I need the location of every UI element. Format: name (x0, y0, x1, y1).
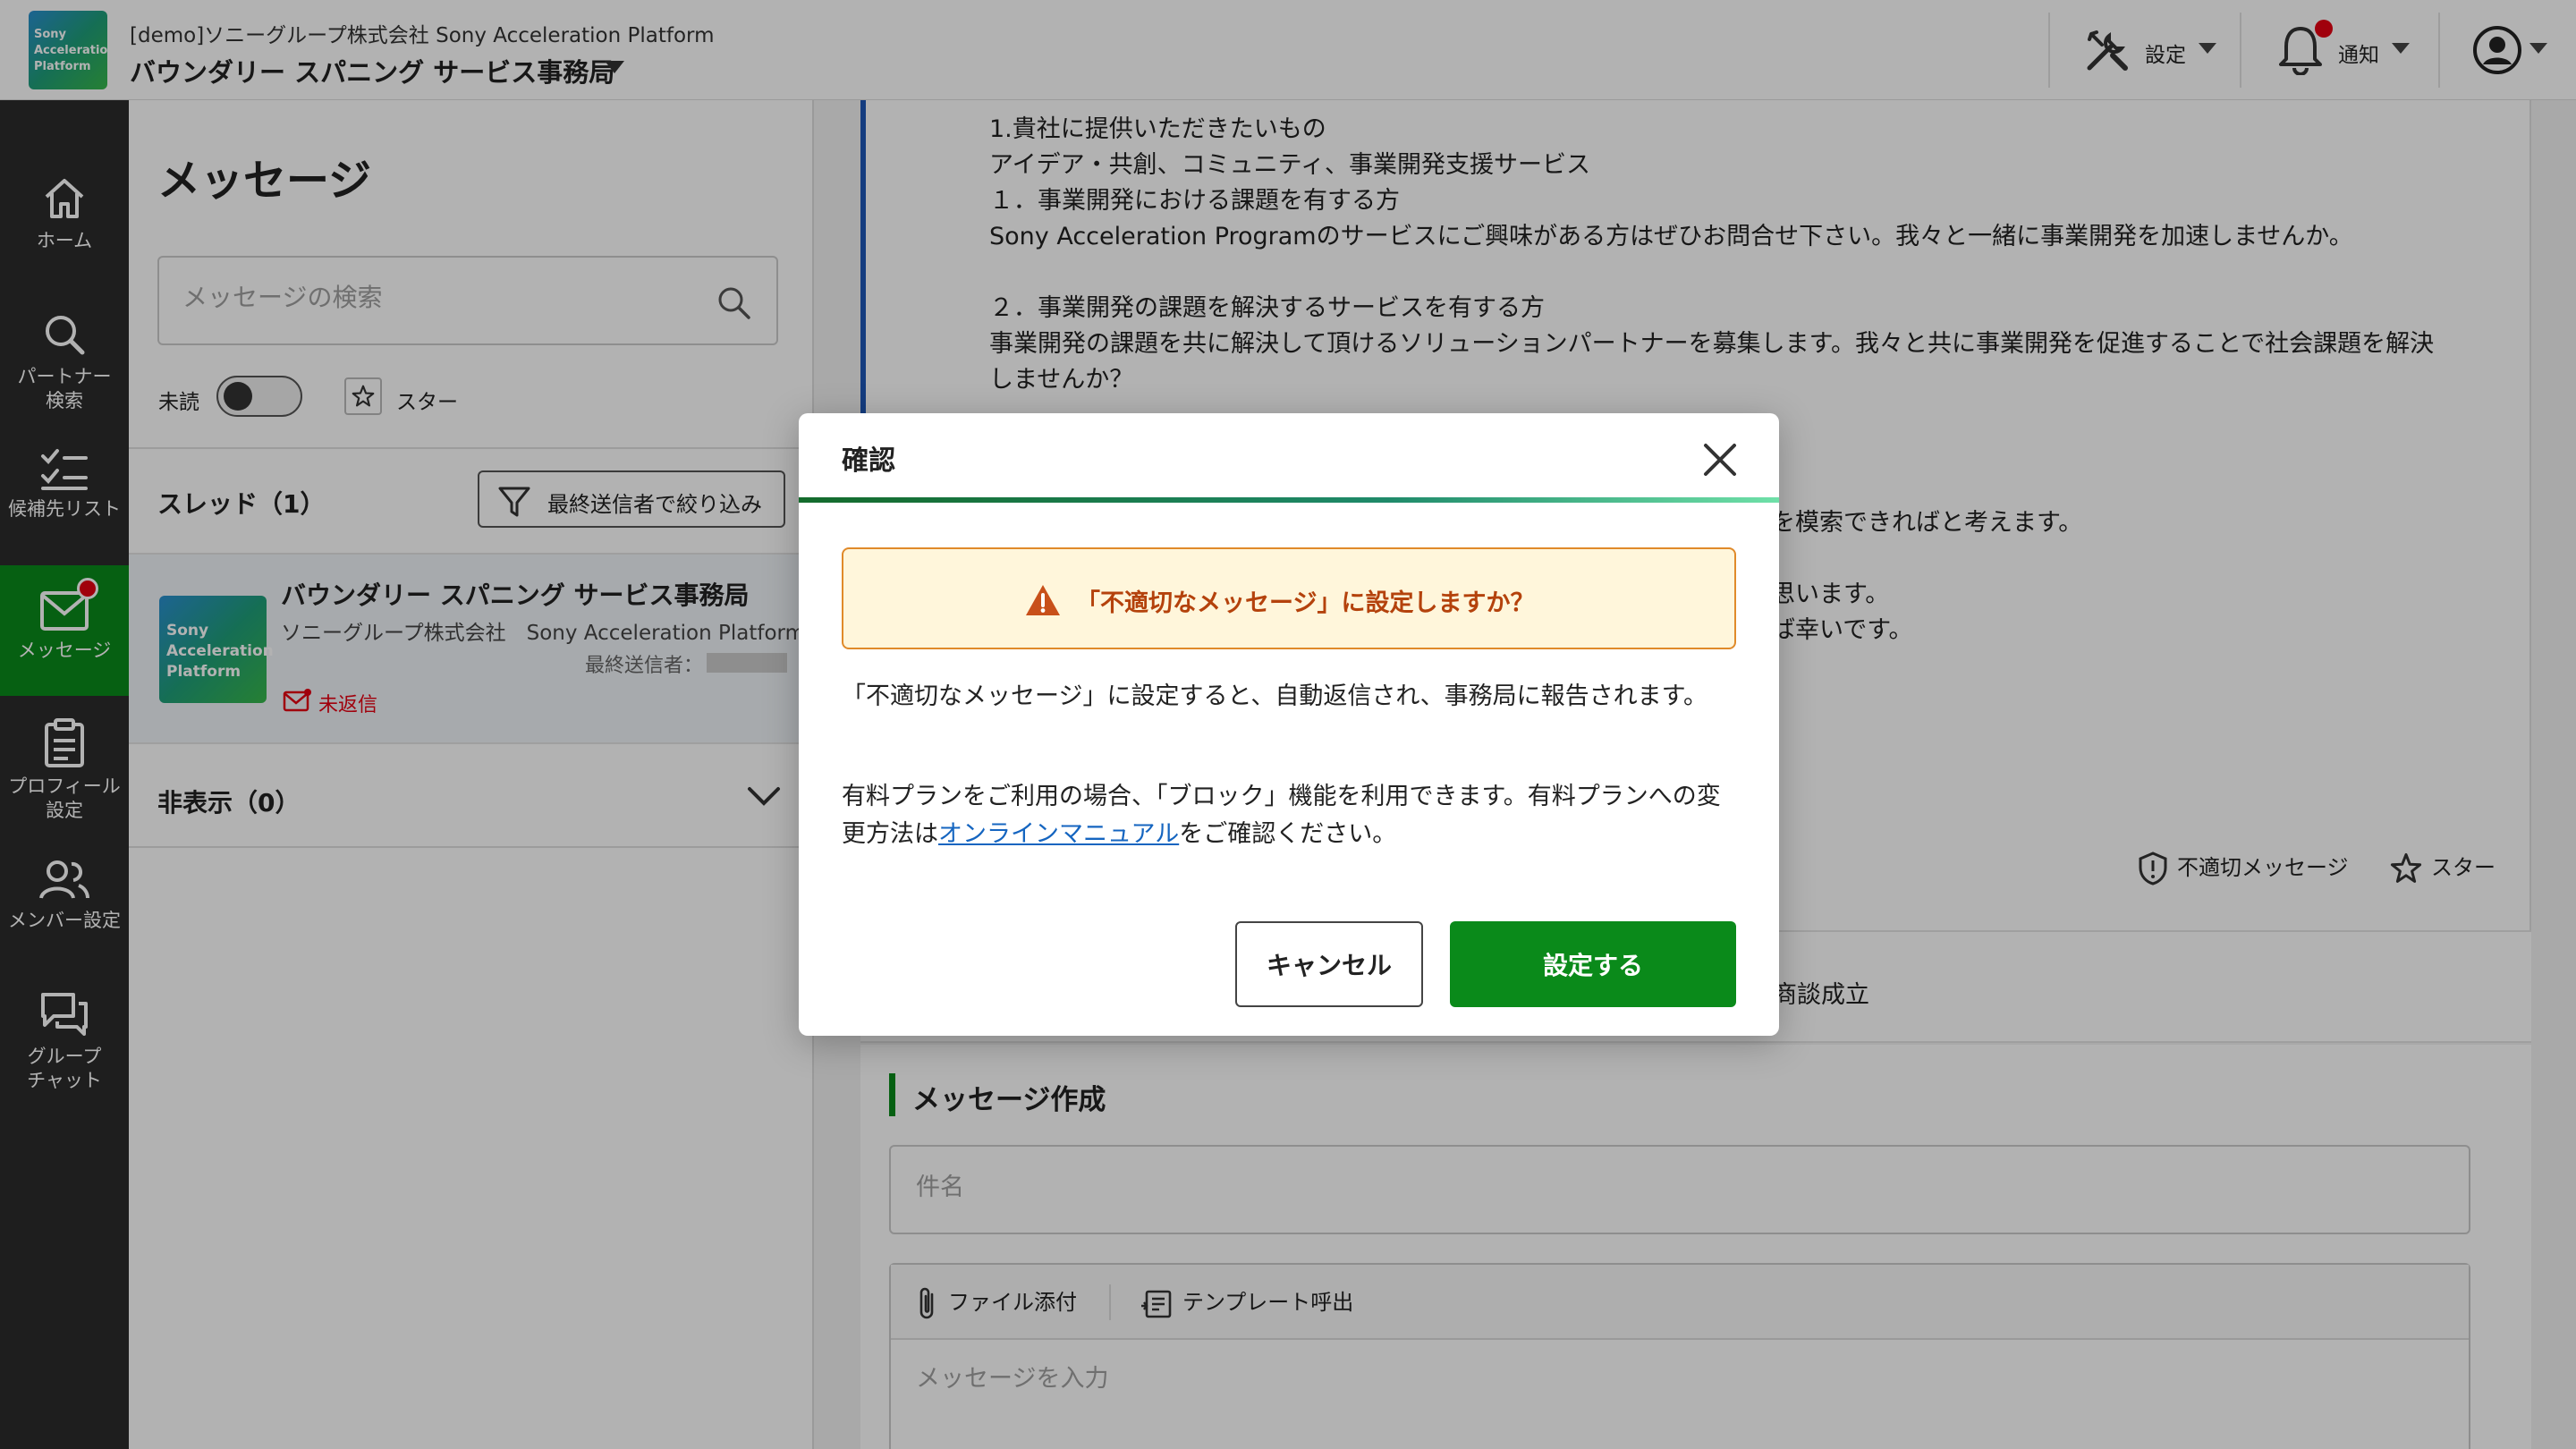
warning-text: 「不適切なメッセージ」に設定しますか？ (1076, 589, 1535, 617)
dialog-title: 確認 (842, 445, 895, 477)
online-manual-link[interactable]: オンラインマニュアル (938, 820, 1179, 848)
warning-banner: 「不適切なメッセージ」に設定しますか？ (842, 547, 1736, 649)
cancel-button[interactable]: キャンセル (1235, 921, 1423, 1007)
dialog-header-rule (799, 497, 1779, 503)
warning-icon (1026, 585, 1060, 615)
close-icon[interactable] (1697, 436, 1743, 483)
confirm-dialog: 確認 「不適切なメッセージ」に設定しますか？ 「不適切なメッセージ」に設定すると… (799, 413, 1779, 1036)
confirm-button[interactable]: 設定する (1450, 921, 1736, 1007)
text-fragment: をご確認ください。 (1179, 820, 1397, 848)
dialog-body-text: 「不適切なメッセージ」に設定すると、自動返信され、事務局に報告されます。 (842, 682, 1707, 710)
dialog-body-text: 有料プランをご利用の場合、「ブロック」機能を利用できます。有料プランへの変更方法… (842, 778, 1736, 853)
